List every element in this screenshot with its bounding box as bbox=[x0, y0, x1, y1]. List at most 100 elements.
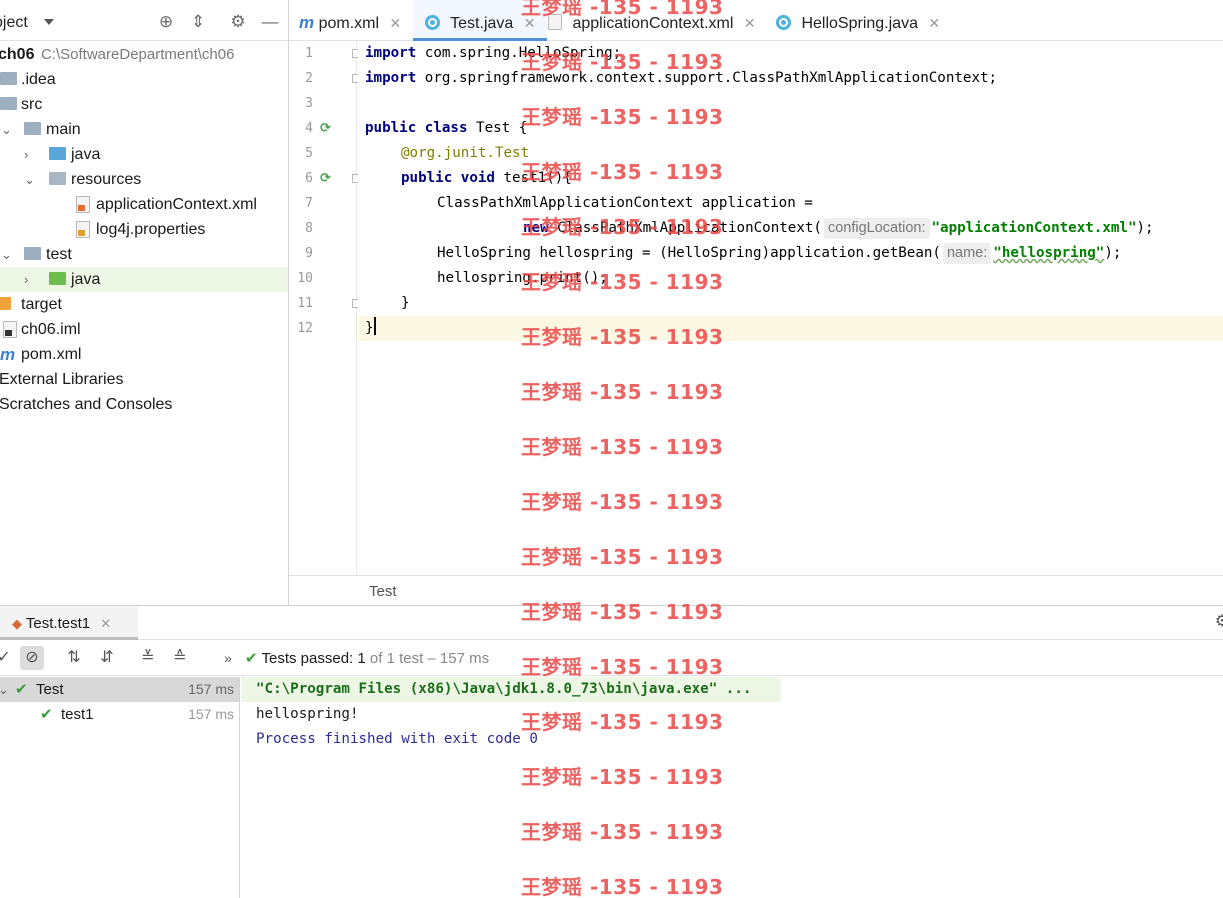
show-passed-icon[interactable]: ✓ bbox=[0, 646, 16, 670]
tab-label: Test.java bbox=[450, 15, 514, 32]
tree-item-label: applicationContext.xml bbox=[96, 196, 257, 213]
expand-all-icon[interactable]: ≚ bbox=[136, 646, 160, 670]
code-line: } bbox=[365, 316, 376, 341]
tab-label: pom.xml bbox=[318, 15, 380, 32]
test-name: test1 bbox=[61, 706, 94, 723]
tree-item-main-java[interactable]: › java bbox=[0, 142, 288, 167]
tab-label: HelloSpring.java bbox=[801, 15, 918, 32]
chevron-down-icon[interactable]: ⌄ bbox=[1, 117, 13, 142]
sort-by-duration-icon[interactable]: ⇵ bbox=[95, 646, 119, 670]
folder-icon bbox=[0, 97, 17, 110]
hide-panel-icon[interactable]: — bbox=[260, 12, 280, 32]
project-panel-header: oject ⊕ ⇕ ⚙ — bbox=[0, 0, 288, 41]
chevron-down-icon[interactable]: ⌄ bbox=[1, 242, 13, 267]
tree-item-ch06-iml[interactable]: ch06.iml bbox=[0, 317, 288, 342]
close-icon[interactable]: ✕ bbox=[100, 616, 111, 631]
test-row[interactable]: ✔ test1 157 ms bbox=[0, 702, 239, 727]
parameter-hint: name: bbox=[942, 243, 992, 264]
close-icon[interactable]: ✕ bbox=[928, 15, 940, 31]
code-line: @org.junit.Test bbox=[401, 145, 530, 161]
run-test-class-icon[interactable]: ⟳ bbox=[320, 120, 336, 136]
chevron-right-icon[interactable]: › bbox=[24, 142, 36, 167]
maven-icon: m bbox=[0, 345, 16, 364]
tree-item-module-ch06[interactable]: ch06 C:\SoftwareDepartment\ch06 bbox=[0, 42, 288, 67]
close-icon[interactable]: ✕ bbox=[524, 15, 536, 31]
close-icon[interactable]: ✕ bbox=[389, 15, 401, 31]
tree-item-target[interactable]: target bbox=[0, 292, 288, 317]
run-tool-window: ◆ Test.test1 ✕ ⚙ ✓ ⊘ ⇅ ⇵ ≚ ≙ » ✔ Tests p… bbox=[0, 605, 1223, 898]
tree-item-label: src bbox=[21, 96, 43, 113]
close-icon[interactable]: ✕ bbox=[744, 15, 756, 31]
sort-alphabetically-icon[interactable]: ⇅ bbox=[62, 646, 86, 670]
code-line: new ClassPathXmlApplicationContext(confi… bbox=[523, 216, 1154, 241]
tab-applicationcontext-xml[interactable]: applicationContext.xml ✕ bbox=[548, 0, 756, 41]
code-line: import com.spring.HelloSpring; bbox=[365, 45, 622, 61]
more-icon[interactable]: » bbox=[216, 646, 240, 670]
code-line: import org.springframework.context.suppo… bbox=[365, 70, 998, 86]
tree-item-src[interactable]: src bbox=[0, 92, 288, 117]
tab-pom-xml[interactable]: m pom.xml ✕ bbox=[299, 0, 401, 41]
tree-item-label: pom.xml bbox=[21, 346, 82, 363]
tree-item-pom-xml[interactable]: m pom.xml bbox=[0, 342, 288, 367]
test-row[interactable]: ⌄ ✔ Test 157 ms bbox=[0, 677, 239, 702]
parameter-hint: configLocation: bbox=[823, 218, 930, 239]
check-icon: ✔ bbox=[40, 706, 53, 723]
text-cursor bbox=[373, 317, 376, 335]
line-number: 4 bbox=[305, 121, 313, 136]
chevron-right-icon[interactable]: › bbox=[24, 267, 36, 292]
tree-item-applicationcontext-xml[interactable]: applicationContext.xml bbox=[0, 192, 288, 217]
collapse-all-icon[interactable]: ≙ bbox=[168, 646, 192, 670]
chevron-down-icon[interactable]: ⌄ bbox=[0, 677, 9, 702]
tree-item-scratches[interactable]: Scratches and Consoles bbox=[0, 392, 288, 417]
editor-gutter[interactable]: 1 2 3 4 5 6 7 8 9 10 11 12 ⟳ ⟳ bbox=[289, 41, 361, 575]
tree-item-test[interactable]: ⌄ test bbox=[0, 242, 288, 267]
breadcrumb: Test bbox=[289, 575, 1223, 605]
test-results-tree: ⌄ ✔ Test 157 ms ✔ test1 157 ms bbox=[0, 677, 240, 898]
code-editor[interactable]: import com.spring.HelloSpring; import or… bbox=[358, 41, 1223, 575]
tree-item-label: main bbox=[46, 121, 81, 138]
test-config-icon: ◆ bbox=[12, 616, 22, 631]
console-output[interactable]: "C:\Program Files (x86)\Java\jdk1.8.0_73… bbox=[241, 677, 1223, 898]
test-duration: 157 ms bbox=[188, 706, 234, 722]
chevron-down-icon[interactable] bbox=[44, 19, 54, 25]
run-test-method-icon[interactable]: ⟳ bbox=[320, 170, 336, 186]
tree-item-resources[interactable]: ⌄ resources bbox=[0, 167, 288, 192]
test-name: Test bbox=[36, 681, 64, 698]
line-number: 3 bbox=[305, 96, 313, 111]
line-number: 7 bbox=[305, 196, 313, 211]
tree-item-label: External Libraries bbox=[0, 371, 124, 388]
locate-icon[interactable]: ⊕ bbox=[156, 12, 176, 32]
folder-icon bbox=[24, 122, 41, 135]
line-number: 2 bbox=[305, 71, 313, 86]
editor-tab-bar: m pom.xml ✕ Test.java ✕ applicationConte… bbox=[289, 0, 1223, 41]
breadcrumb-item[interactable]: Test bbox=[369, 583, 397, 600]
tab-test-java[interactable]: Test.java ✕ bbox=[413, 0, 548, 41]
project-tool-window: oject ⊕ ⇕ ⚙ — ch06 C:\SoftwareDepartment… bbox=[0, 0, 289, 605]
project-view-selector[interactable]: oject bbox=[0, 14, 28, 32]
tree-item-idea[interactable]: .idea bbox=[0, 67, 288, 92]
java-test-class-icon bbox=[425, 15, 440, 30]
gear-icon[interactable]: ⚙ bbox=[228, 12, 248, 32]
tree-item-label: target bbox=[21, 296, 62, 313]
tree-item-log4j-properties[interactable]: log4j.properties bbox=[0, 217, 288, 242]
tree-item-label: test bbox=[46, 246, 72, 263]
chevron-down-icon[interactable]: ⌄ bbox=[24, 167, 36, 192]
tree-item-label: Scratches and Consoles bbox=[0, 396, 173, 413]
gear-icon[interactable]: ⚙ bbox=[1210, 610, 1223, 634]
tree-item-external-libraries[interactable]: External Libraries bbox=[0, 367, 288, 392]
line-number: 8 bbox=[305, 221, 313, 236]
spring-xml-file-icon bbox=[76, 196, 90, 213]
tree-item-main[interactable]: ⌄ main bbox=[0, 117, 288, 142]
line-number: 5 bbox=[305, 146, 313, 161]
show-ignored-icon[interactable]: ⊘ bbox=[20, 646, 44, 670]
collapse-all-icon[interactable]: ⇕ bbox=[188, 12, 208, 32]
tab-run-configuration[interactable]: ◆ Test.test1 ✕ bbox=[0, 606, 138, 640]
source-folder-icon bbox=[49, 147, 66, 160]
test-source-folder-icon bbox=[49, 272, 66, 285]
code-line: public class Test { bbox=[365, 120, 528, 136]
console-line: hellospring! bbox=[256, 706, 359, 722]
tree-item-label: ch06 bbox=[0, 46, 35, 63]
tree-item-test-java[interactable]: › java bbox=[0, 267, 288, 292]
run-toolbar: ✓ ⊘ ⇅ ⇵ ≚ ≙ » ✔ Tests passed: 1 of 1 tes… bbox=[0, 640, 1223, 676]
tab-hellospring-java[interactable]: HelloSpring.java ✕ bbox=[776, 0, 940, 41]
